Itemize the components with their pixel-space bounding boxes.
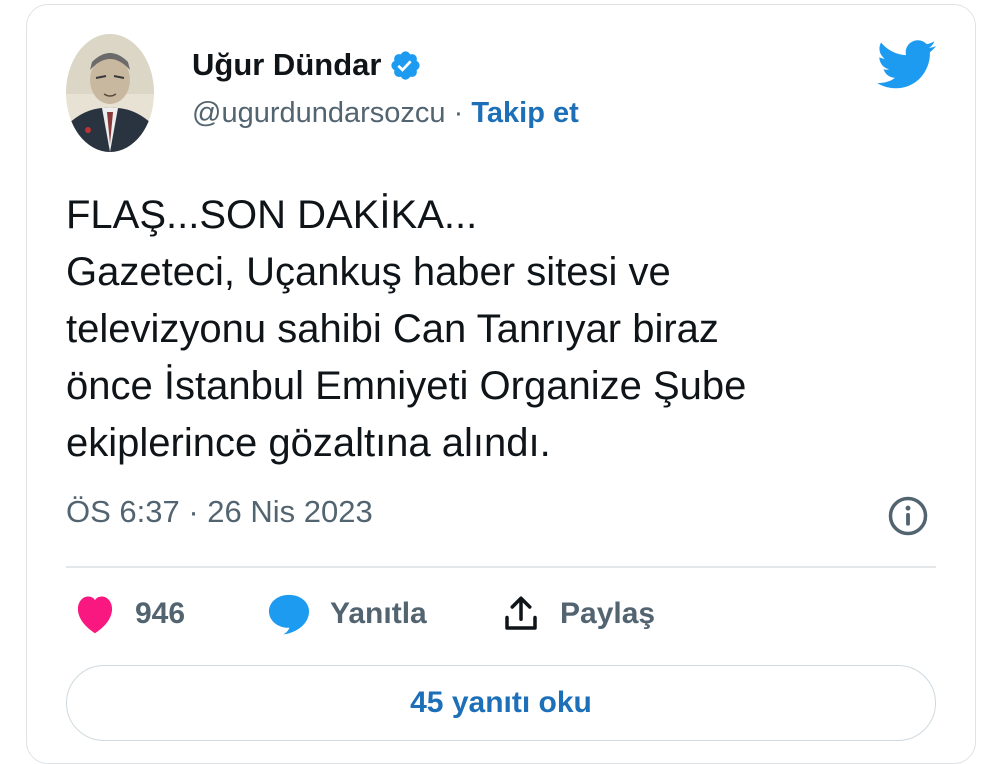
divider — [66, 566, 936, 568]
author-name-row[interactable]: Uğur Dündar — [192, 47, 422, 83]
twitter-bird-icon[interactable] — [877, 40, 937, 90]
share-icon — [505, 596, 537, 630]
tweet-line: önce İstanbul Emniyeti Organize Şube — [66, 364, 747, 408]
speech-bubble-icon — [268, 594, 310, 635]
like-button[interactable]: 946 — [73, 590, 185, 638]
read-replies-label: 45 yanıtı oku — [410, 686, 592, 719]
like-count: 946 — [135, 597, 186, 630]
share-label: Paylaş — [560, 597, 656, 630]
follow-link[interactable]: Takip et — [471, 97, 578, 129]
handle-row: @ugurdundarsozcu · Takip et — [192, 97, 579, 130]
reply-button[interactable]: Yanıtla — [266, 590, 427, 638]
read-replies-button[interactable]: 45 yanıtı oku — [66, 665, 936, 741]
info-icon[interactable] — [887, 495, 929, 537]
author-name[interactable]: Uğur Dündar — [192, 47, 381, 83]
tweet-line: ekiplerince gözaltına alındı. — [66, 421, 551, 465]
avatar[interactable] — [66, 34, 154, 152]
tweet-timestamp[interactable]: ÖS 6:37 · 26 Nis 2023 — [66, 494, 373, 530]
tweet-line: FLAŞ...SON DAKİKA... — [66, 193, 478, 237]
handle-separator: · — [453, 97, 464, 129]
tweet-line: Gazeteci, Uçankuş haber sitesi ve — [66, 250, 671, 294]
tweet-text: FLAŞ...SON DAKİKA... Gazeteci, Uçankuş h… — [66, 187, 946, 472]
share-button[interactable]: Paylaş — [500, 590, 655, 638]
portrait-avatar — [66, 34, 154, 152]
tweet-line: televizyonu sahibi Can Tanrıyar biraz — [66, 307, 719, 351]
author-handle[interactable]: @ugurdundarsozcu — [192, 97, 446, 129]
verified-badge-icon — [391, 50, 421, 80]
reply-label: Yanıtla — [330, 597, 427, 630]
heart-icon — [77, 596, 113, 634]
